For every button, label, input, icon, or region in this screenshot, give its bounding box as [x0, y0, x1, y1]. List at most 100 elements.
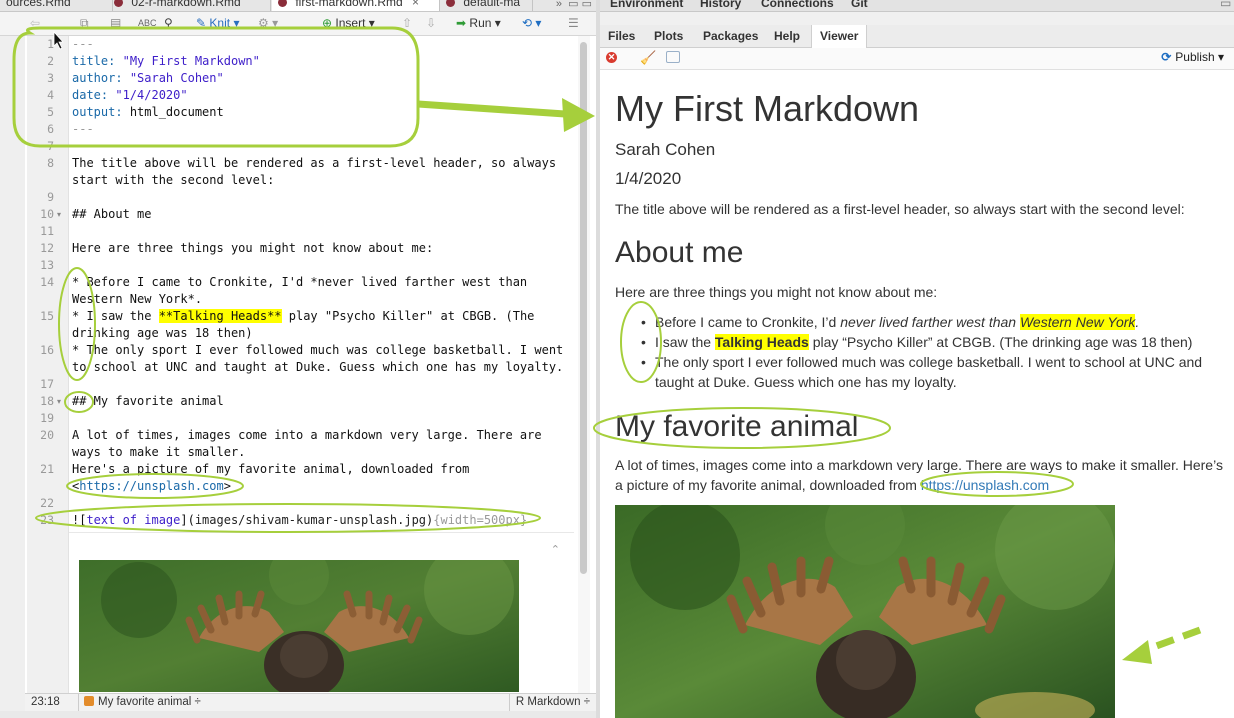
doc-author: Sarah Cohen — [615, 140, 716, 159]
publish-button[interactable]: ⟳ Publish ▾ — [1161, 50, 1224, 64]
rendered-document: My First Markdown Sarah Cohen 1/4/2020 T… — [615, 70, 1225, 718]
chevron-down-icon: ▾ — [1217, 50, 1224, 64]
scrollbar-thumb[interactable] — [580, 42, 587, 574]
fold-arrow-icon[interactable]: ▾ — [57, 397, 61, 406]
left-edge — [0, 36, 25, 718]
code-line: A lot of times, images come into a markd… — [72, 428, 542, 442]
emphasis-text: never lived farther west than — [840, 314, 1020, 330]
remove-icon[interactable]: ✕ — [606, 52, 617, 63]
code-line: ![text of image](images/shivam-kumar-uns… — [72, 512, 567, 529]
line-number: 23 — [40, 513, 54, 527]
bottom-strip — [0, 711, 596, 718]
rmd-file-icon — [278, 0, 287, 7]
list-item: I saw the Talking Heads play “Psycho Kil… — [641, 332, 1225, 352]
tab-help[interactable]: Help — [766, 25, 808, 47]
viewer-toolbar: ✕ 🧹 ⟳ Publish ▾ — [600, 48, 1234, 70]
doc-title: My First Markdown — [615, 88, 920, 129]
code-line: Here are three things you might not know… — [72, 241, 434, 255]
run-button[interactable]: ➡ Run ▾ — [456, 15, 501, 31]
editor-tab-r-markdown[interactable]: 02-r-markdown.Rmd — [108, 0, 271, 11]
moose-photo — [615, 505, 1115, 718]
show-in-window-icon[interactable]: ⧉ — [80, 15, 89, 31]
editor-tab-first-markdown[interactable]: first-markdown.Rmd × — [272, 0, 440, 11]
tab-git[interactable]: Git — [851, 0, 868, 10]
spellcheck-icon[interactable]: ABC — [138, 15, 157, 31]
code-line: date: "1/4/2020" — [72, 87, 567, 104]
chevron-double-right-icon: » — [555, 0, 563, 10]
editor-tab-default[interactable]: default-ma — [440, 0, 533, 11]
tab-history[interactable]: History — [700, 0, 741, 10]
code-line: The title above will be rendered as a fi… — [72, 156, 557, 170]
popout-icon[interactable] — [666, 51, 680, 63]
publish-icon: ⟳ — [1161, 50, 1172, 64]
hash-icon — [84, 696, 94, 706]
close-icon[interactable]: × — [412, 0, 419, 9]
code-line: * Before I came to Cronkite, I'd *never … — [72, 275, 528, 289]
tab-plots[interactable]: Plots — [646, 25, 691, 47]
pane-separator — [600, 12, 1234, 26]
section-label: My favorite animal — [98, 696, 192, 708]
image-alt-text: text of image — [86, 513, 181, 527]
back-icon[interactable]: ⇦ — [30, 15, 40, 31]
line-number: 11 — [40, 224, 54, 238]
yaml-key: date: — [72, 88, 109, 102]
line-number: 3 — [47, 71, 54, 85]
section-selector[interactable]: My favorite animal ÷ — [78, 694, 201, 711]
tab-overflow-button[interactable]: » ▭ ▭ — [556, 0, 592, 10]
line-number: 13 — [40, 258, 54, 272]
rerun-icon[interactable]: ⟲ ▾ — [522, 15, 541, 31]
tab-label: first-markdown.Rmd — [295, 0, 403, 9]
tab-label: default-ma — [463, 0, 521, 9]
line-number: 22 — [40, 496, 54, 510]
arrow-down-icon[interactable]: ⇩ — [426, 15, 436, 31]
code-text: ![ — [72, 513, 87, 527]
line-number: 5 — [47, 105, 54, 119]
run-arrow-icon: ➡ — [456, 16, 467, 30]
unsplash-link[interactable]: https://unsplash.com — [921, 477, 1049, 493]
broom-icon[interactable]: 🧹 — [640, 50, 656, 66]
highlighted-code: **Talking Heads** — [158, 309, 282, 323]
publish-label: Publish — [1175, 50, 1215, 64]
code-line: --- — [72, 122, 94, 136]
editor-scrollbar[interactable] — [578, 36, 590, 694]
gear-icon[interactable]: ⚙ ▾ — [258, 15, 278, 31]
file-type-label: R Markdown — [515, 696, 581, 708]
code-line: drinking age was 18 then) — [72, 326, 253, 340]
line-number: 14 — [40, 275, 54, 289]
yaml-key: output: — [72, 105, 123, 119]
editor-status-bar: 23:18 My favorite animal ÷ R Markdown ÷ — [25, 693, 596, 711]
editor-tab-bar: ources.Rmd 02-r-markdown.Rmd first-markd… — [0, 0, 596, 12]
yaml-value: "1/4/2020" — [115, 88, 188, 102]
editor-tab-resources[interactable]: ources.Rmd — [0, 0, 113, 11]
search-icon[interactable]: ⚲ — [164, 15, 173, 31]
updown-icon: ÷ — [583, 696, 590, 708]
line-number: 16 — [40, 343, 54, 357]
line-number: 12 — [40, 241, 54, 255]
minimize-icon[interactable]: ▭ — [1220, 0, 1231, 10]
code-line: to school at UNC and taught at Duke. Gue… — [72, 360, 564, 374]
fold-arrow-icon[interactable]: ▾ — [57, 210, 61, 219]
arrow-up-icon[interactable]: ⇧ — [402, 15, 412, 31]
tab-label: ources.Rmd — [6, 0, 71, 9]
outline-icon[interactable]: ☰ — [568, 15, 579, 31]
tab-viewer[interactable]: Viewer — [811, 25, 868, 48]
tab-packages[interactable]: Packages — [695, 25, 766, 47]
tab-environment[interactable]: Environment — [610, 0, 683, 10]
source-editor-pane: ources.Rmd 02-r-markdown.Rmd first-markd… — [0, 0, 596, 718]
chevron-down-icon: ▾ — [233, 16, 240, 30]
line-number: 2 — [47, 54, 54, 68]
insert-button[interactable]: ⊕ Insert ▾ — [322, 15, 375, 31]
inline-image-preview: ⌃ — [69, 532, 574, 695]
file-type-selector[interactable]: R Markdown ÷ — [508, 694, 590, 711]
collapse-up-icon[interactable]: ⌃ — [551, 543, 560, 556]
line-number: 7 — [47, 139, 54, 153]
knit-button[interactable]: ✎ Knit ▾ — [196, 15, 239, 31]
tab-connections[interactable]: Connections — [761, 0, 834, 10]
code-line: output: html_document — [72, 104, 567, 121]
top-right-tab-bar: Environment History Connections Git ▭ — [600, 0, 1234, 12]
save-icon[interactable]: ▤ — [110, 15, 121, 31]
list-text: I saw the — [655, 334, 715, 350]
line-number: 9 — [47, 190, 54, 204]
yaml-key: author: — [72, 71, 123, 85]
tab-files[interactable]: Files — [600, 25, 643, 47]
